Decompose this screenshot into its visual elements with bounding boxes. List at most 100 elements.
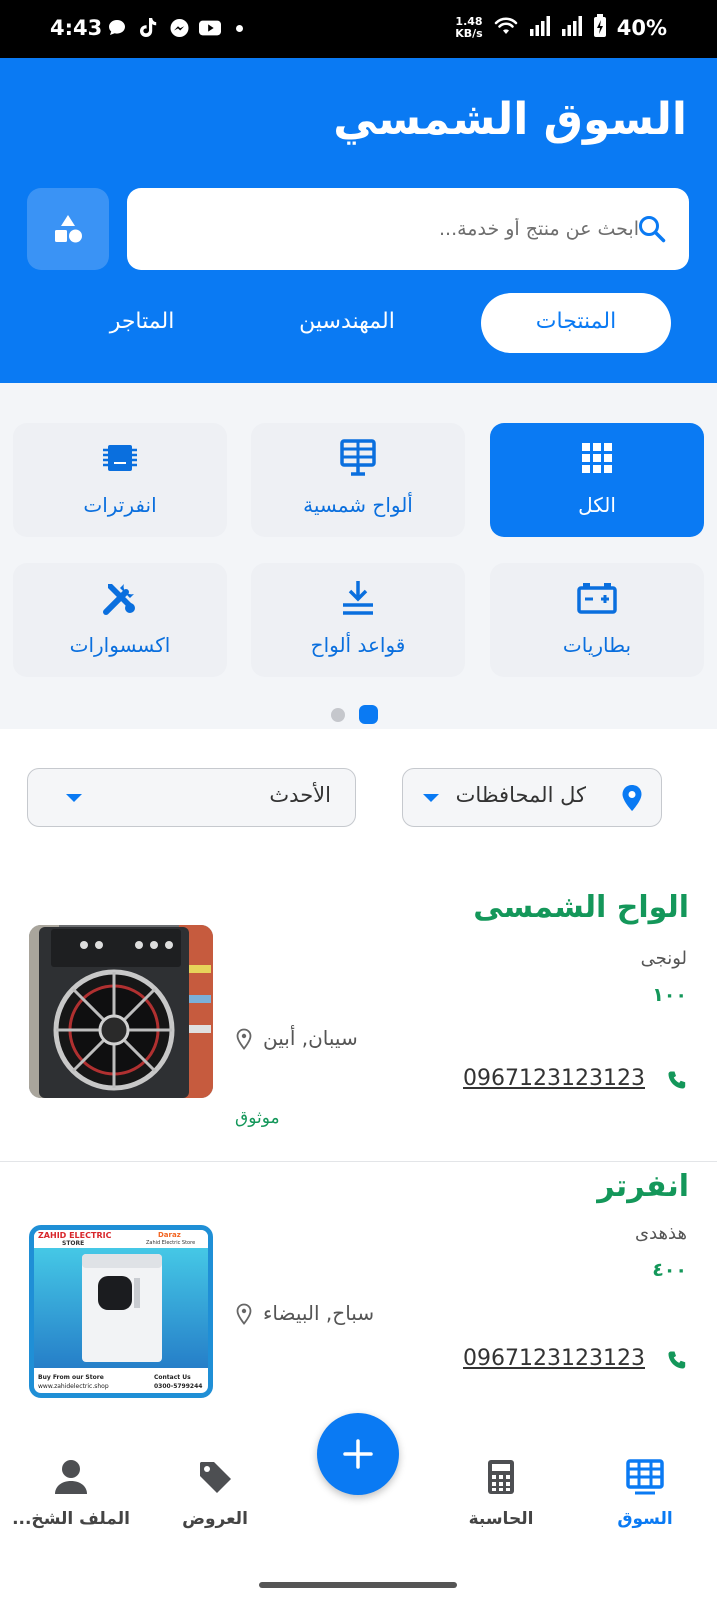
location-pin-icon	[236, 1028, 252, 1050]
solar-panel-icon	[251, 437, 465, 479]
plus-icon	[343, 1439, 373, 1469]
pager-dot-active[interactable]	[359, 705, 378, 724]
listing-thumbnail[interactable]	[29, 925, 213, 1098]
status-time: 4:43	[50, 16, 103, 40]
nav-profile[interactable]: الملف الشخ...	[6, 1455, 136, 1529]
category-solar-panels[interactable]: ألواح شمسية	[251, 423, 465, 537]
category-batteries[interactable]: بطاريات	[490, 563, 704, 677]
thumb-contact-number: 0300-5799244	[154, 1383, 203, 1390]
category-label: قواعد ألواح	[310, 633, 406, 657]
governorate-filter[interactable]: كل المحافظات	[402, 768, 662, 827]
location-pin-icon	[622, 785, 642, 811]
pager-dot[interactable]	[331, 707, 345, 722]
shapes-category-button[interactable]	[27, 188, 109, 270]
network-speed: 1.48 KB/s	[455, 15, 483, 40]
category-grid: الكل ألواح شمسية انفرترات بطاريات قواعد …	[0, 383, 717, 729]
sort-value: الأحدث	[269, 783, 331, 807]
inverter-product-image	[34, 1248, 208, 1393]
phone-icon	[668, 1071, 686, 1089]
sort-filter[interactable]: الأحدث	[27, 768, 356, 827]
tab-products[interactable]: المنتجات	[481, 293, 671, 353]
thumb-site-text: www.zahidelectric.shop	[38, 1383, 109, 1390]
thumb-store-sub: STORE	[62, 1240, 85, 1247]
category-all[interactable]: الكل	[490, 423, 704, 537]
category-label: بطاريات	[562, 633, 632, 657]
nav-label: العروض	[182, 1509, 248, 1529]
nav-market[interactable]: السوق	[580, 1455, 710, 1529]
status-bar: 4:43 1.48 KB/s 40%	[0, 0, 717, 58]
thumb-daraz-sub: Zahid Electric Store	[146, 1240, 196, 1246]
thumb-contact-text: Contact Us	[154, 1374, 191, 1381]
category-inverters[interactable]: انفرترات	[13, 423, 227, 537]
category-pager	[331, 705, 378, 724]
thumb-store-name: ZAHID ELECTRIC	[38, 1231, 112, 1240]
home-indicator[interactable]	[259, 1582, 457, 1588]
inverter-chip-icon	[13, 437, 227, 479]
thumb-daraz: Daraz	[158, 1231, 181, 1239]
chat-bubble-icon	[106, 17, 128, 39]
youtube-icon	[199, 17, 221, 39]
listing-price: ١٠٠	[652, 984, 687, 1006]
listing-title: الواح الشمسى	[473, 890, 689, 925]
governorate-value: كل المحافظات	[455, 783, 586, 807]
signal-icon	[529, 15, 551, 41]
listing-location: سباح, البيضاء	[263, 1301, 375, 1325]
tiktok-icon	[137, 17, 159, 39]
panel-mount-icon	[251, 577, 465, 619]
thumb-buy-text: Buy From our Store	[38, 1374, 104, 1381]
phone-icon	[668, 1351, 686, 1369]
tab-stores[interactable]: المتاجر	[82, 293, 202, 353]
nav-label: الحاسبة	[468, 1509, 534, 1529]
nav-calculator[interactable]: الحاسبة	[436, 1455, 566, 1529]
category-accessories[interactable]: اكسسوارات	[13, 563, 227, 677]
chevron-down-icon	[423, 794, 439, 802]
grid-icon	[490, 437, 704, 479]
listing-phone-link[interactable]: 0967123123123	[463, 1346, 645, 1371]
signal-icon-2	[561, 15, 583, 41]
status-right: 1.48 KB/s 40%	[455, 14, 667, 42]
listing-card[interactable]: انفرتر هذهدى ٤٠٠ سباح, البيضاء 096712312…	[0, 1163, 717, 1413]
verified-badge: موثوق	[235, 1108, 280, 1128]
tools-icon	[13, 577, 227, 619]
calculator-icon	[436, 1455, 566, 1499]
listing-phone-link[interactable]: 0967123123123	[463, 1066, 645, 1091]
battery-percent: 40%	[616, 16, 667, 40]
chevron-down-icon	[66, 794, 82, 802]
page-title: السوق الشمسي	[333, 94, 687, 145]
status-app-icons	[106, 17, 243, 39]
tag-icon	[150, 1455, 280, 1499]
notification-dot-icon	[236, 24, 243, 32]
listing-title: انفرتر	[597, 1169, 689, 1204]
category-label: اكسسوارات	[69, 633, 171, 657]
add-listing-button[interactable]	[317, 1413, 399, 1495]
shapes-icon	[55, 215, 82, 243]
search-input[interactable]	[169, 188, 639, 270]
messenger-icon	[168, 17, 190, 39]
wifi-icon	[493, 15, 519, 41]
category-label: ألواح شمسية	[303, 493, 413, 517]
tab-engineers[interactable]: المهندسين	[272, 293, 422, 353]
listing-brand: لونجى	[640, 948, 687, 969]
main-tabs: المنتجات المهندسين المتاجر	[0, 293, 717, 353]
category-label: الكل	[578, 493, 616, 517]
bottom-navigation: السوق الحاسبة العروض الملف الشخ...	[0, 1413, 717, 1600]
category-label: انفرترات	[83, 493, 157, 517]
search-icon	[639, 216, 666, 243]
inverter-product-image	[29, 925, 213, 1098]
nav-offers[interactable]: العروض	[150, 1455, 280, 1529]
nav-label: الملف الشخ...	[12, 1509, 130, 1529]
location-pin-icon	[236, 1303, 252, 1325]
listing-location: سيبان, أبين	[263, 1026, 358, 1050]
battery-charging-icon	[593, 14, 607, 42]
search-box[interactable]	[127, 188, 689, 270]
listing-thumbnail[interactable]: ZAHID ELECTRIC STORE Daraz Zahid Electri…	[29, 1225, 213, 1398]
listing-card[interactable]: الواح الشمسى لونجى ١٠٠ سيبان, أبين 09671…	[0, 862, 717, 1162]
battery-icon	[490, 577, 704, 619]
category-panel-mounts[interactable]: قواعد ألواح	[251, 563, 465, 677]
market-grid-icon	[580, 1455, 710, 1499]
nav-label: السوق	[617, 1509, 673, 1529]
profile-icon	[6, 1455, 136, 1499]
listing-price: ٤٠٠	[652, 1259, 687, 1281]
app-header: السوق الشمسي المنتجات المهندسين المتاجر	[0, 58, 717, 383]
thumb-banner: ZAHID ELECTRIC STORE Daraz Zahid Electri…	[34, 1230, 208, 1248]
